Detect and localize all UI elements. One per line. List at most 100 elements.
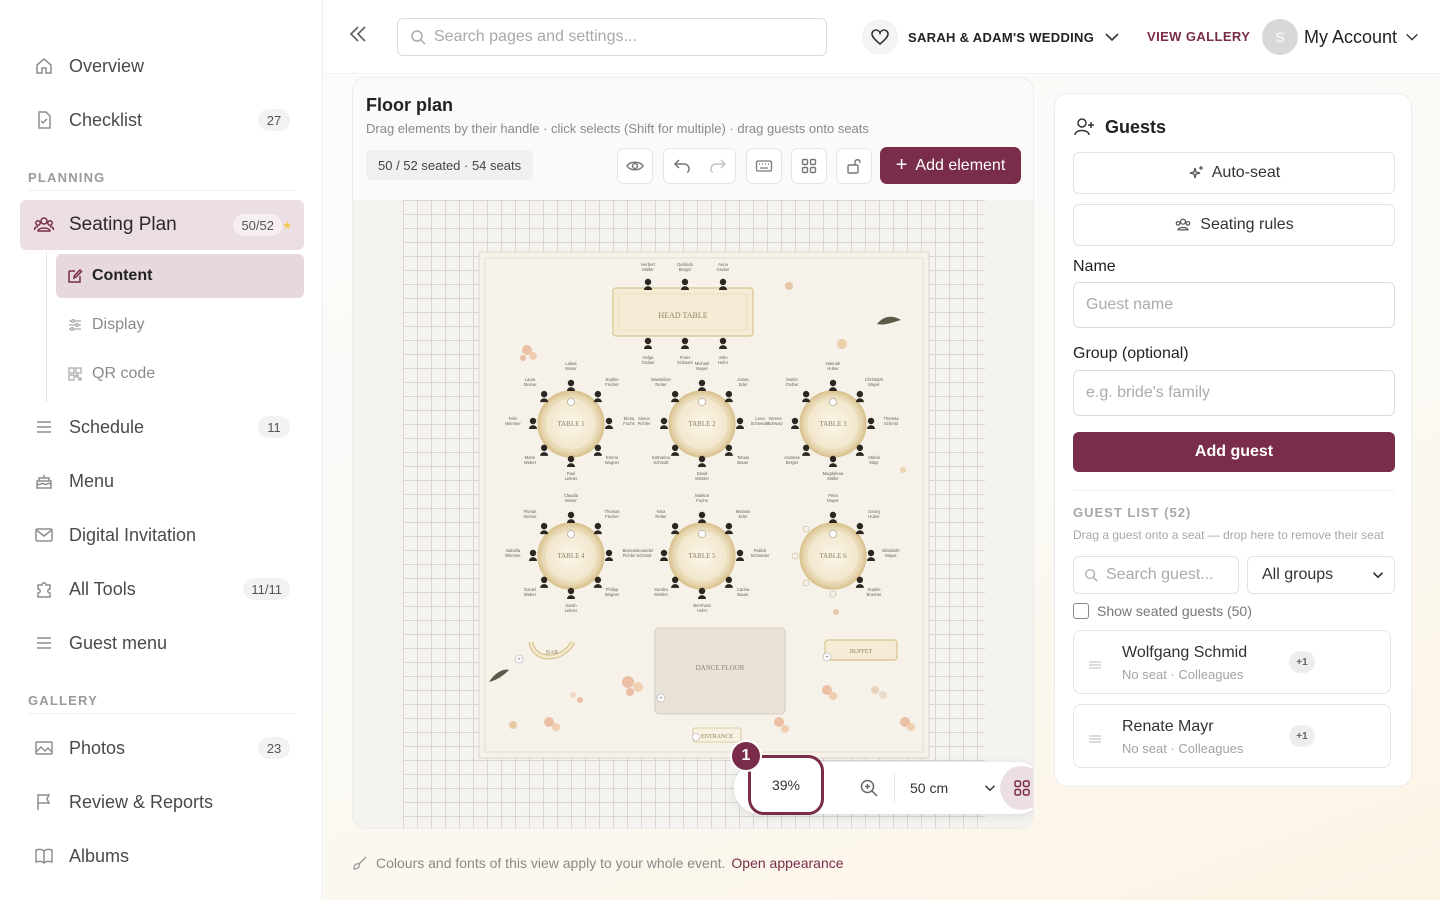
mail-icon	[33, 524, 55, 546]
seat-guest-name: Gruber	[716, 267, 730, 272]
preview-button[interactable]	[617, 148, 653, 184]
group-filter-select[interactable]: All groups	[1247, 556, 1395, 594]
seat-guest-name: Eder	[739, 514, 748, 519]
seat-guest-name: Schmidt	[653, 460, 669, 465]
guest-group-input[interactable]	[1073, 370, 1395, 416]
chevron-down-icon	[1104, 29, 1120, 45]
seating-rules-button[interactable]: Seating rules	[1073, 204, 1395, 246]
sidebar-item-review-reports[interactable]: Review & Reports	[20, 777, 304, 827]
count-badge: 50/52	[233, 214, 282, 236]
sidebar-item-photos[interactable]: Photos 23	[20, 723, 304, 773]
sidebar-item-overview[interactable]: Overview	[20, 41, 304, 91]
dance-floor-label: DANCE FLOOR	[696, 664, 745, 672]
seat-guest-name: Huber	[827, 366, 839, 371]
auto-seat-button[interactable]: Auto-seat	[1073, 152, 1395, 194]
grid-size-select[interactable]: 50 cm	[910, 776, 996, 800]
svg-text:+: +	[659, 696, 663, 702]
open-appearance-link[interactable]: Open appearance	[731, 855, 843, 871]
guest-meta: No seat · Colleagues	[1122, 741, 1244, 756]
star-icon: ★	[282, 219, 292, 232]
seat-guest-name: Mayer	[868, 382, 880, 387]
sidebar-item-all-tools[interactable]: All Tools 11/11	[20, 564, 304, 614]
sidebar-item-label: All Tools	[69, 578, 136, 599]
account-label: My Account	[1304, 26, 1398, 47]
keyboard-shortcuts-button[interactable]	[746, 148, 782, 184]
seat-guest-name: Müller	[827, 476, 839, 481]
add-guest-button[interactable]: Add guest	[1073, 432, 1395, 472]
global-search[interactable]	[397, 18, 827, 56]
guest-search[interactable]	[1073, 556, 1239, 594]
drag-handle-icon[interactable]	[1088, 731, 1102, 749]
seat-guest-name: Moser	[565, 366, 577, 371]
sidebar-item-albums[interactable]: Albums	[20, 831, 304, 881]
sub-item-label: Display	[92, 316, 145, 333]
seat-guest-name: Huber	[868, 514, 880, 519]
search-input[interactable]	[434, 28, 814, 46]
double-chevron-left-icon	[347, 23, 369, 50]
sidebar-item-seating-plan[interactable]: Seating Plan 50/52 ★	[20, 200, 304, 250]
search-icon	[410, 29, 426, 45]
guest-list-item[interactable]: Renate Mayr No seat · Colleagues +1	[1073, 704, 1391, 768]
dance-floor[interactable]: DANCE FLOOR +	[654, 627, 786, 715]
seat-guest-name: Gruber	[641, 360, 655, 365]
seat-guest-name: Schneider	[751, 553, 770, 558]
table-label: TABLE 1	[557, 420, 585, 428]
redo-icon[interactable]	[709, 157, 727, 175]
keyboard-icon	[755, 157, 773, 175]
drag-handle-icon[interactable]	[1088, 657, 1102, 675]
sidebar-item-menu[interactable]: Menu	[20, 456, 304, 506]
sub-item-content[interactable]: Content	[56, 254, 304, 298]
seat-guest-name: Schwarz	[767, 421, 783, 426]
account-menu[interactable]: S My Account	[1262, 18, 1419, 56]
seat-guest-name: Berger	[679, 267, 692, 272]
guest-name-input[interactable]	[1073, 282, 1395, 328]
sub-item-display[interactable]: Display	[56, 303, 304, 347]
layout-button[interactable]	[791, 148, 827, 184]
unlock-icon	[845, 157, 863, 175]
book-icon	[33, 845, 55, 867]
show-seated-toggle[interactable]: Show seated guests (50)	[1073, 603, 1252, 619]
seat-guest-name: Hofer	[697, 608, 708, 613]
edit-icon	[66, 267, 84, 285]
section-heading-gallery: GALLERY	[28, 693, 99, 708]
undo-icon[interactable]	[673, 157, 691, 175]
footnote-text: Colours and fonts of this view apply to …	[376, 855, 726, 871]
head-table[interactable]: HEAD TABLE	[612, 287, 754, 337]
sidebar-item-label: Albums	[69, 845, 130, 866]
view-gallery-link[interactable]: VIEW GALLERY	[1147, 29, 1250, 44]
sidebar-item-guest-menu[interactable]: Guest menu	[20, 618, 304, 668]
main-area: Floor plan Drag elements by their handle…	[324, 75, 1440, 900]
sidebar-item-digital-invitation[interactable]: Digital Invitation	[20, 510, 304, 560]
chevron-down-icon	[984, 782, 996, 794]
collapse-sidebar-button[interactable]	[344, 22, 372, 50]
entrance-element[interactable]: ENTRANCE	[692, 727, 742, 743]
guests-title: Guests	[1105, 116, 1167, 137]
checkbox[interactable]	[1073, 603, 1089, 619]
add-element-button[interactable]: + Add element	[880, 147, 1021, 184]
seat-guest-name: Schmid	[884, 421, 899, 426]
event-selector[interactable]: SARAH & ADAM'S WEDDING	[862, 18, 1120, 56]
grid-toggle-button[interactable]	[1000, 766, 1033, 810]
sidebar-item-label: Digital Invitation	[69, 524, 197, 545]
zoom-in-icon[interactable]	[857, 776, 881, 800]
table-label: TABLE 5	[688, 552, 716, 560]
floor-plan-canvas[interactable]: HEAD TABLE Herbert Müller Gerlinde Berger An…	[353, 200, 1033, 828]
lock-button[interactable]	[836, 148, 872, 184]
sidebar-item-checklist[interactable]: Checklist 27	[20, 95, 304, 145]
buffet-element[interactable]: BUFFET +	[822, 639, 898, 662]
guest-search-input[interactable]	[1106, 566, 1232, 584]
sub-item-qr-code[interactable]: QR code	[56, 352, 304, 396]
table-label: TABLE 4	[557, 552, 585, 560]
sliders-icon	[66, 316, 84, 334]
table-label: TABLE 3	[819, 420, 847, 428]
zoom-step-badge: 1	[730, 740, 762, 772]
guest-name: Wolfgang Schmid	[1122, 644, 1248, 661]
appearance-footnote: Colours and fonts of this view apply to …	[352, 855, 844, 871]
photo-icon	[33, 737, 55, 759]
guest-list-item[interactable]: Wolfgang Schmid No seat · Colleagues +1	[1073, 630, 1391, 694]
seat-guest-name: Steiner	[523, 382, 537, 387]
seat-guest-name: Fuchs	[623, 421, 634, 426]
sidebar-item-label: Review & Reports	[69, 791, 214, 812]
sidebar-item-schedule[interactable]: Schedule 11	[20, 402, 304, 452]
seat-guest-name: Weber	[524, 460, 537, 465]
